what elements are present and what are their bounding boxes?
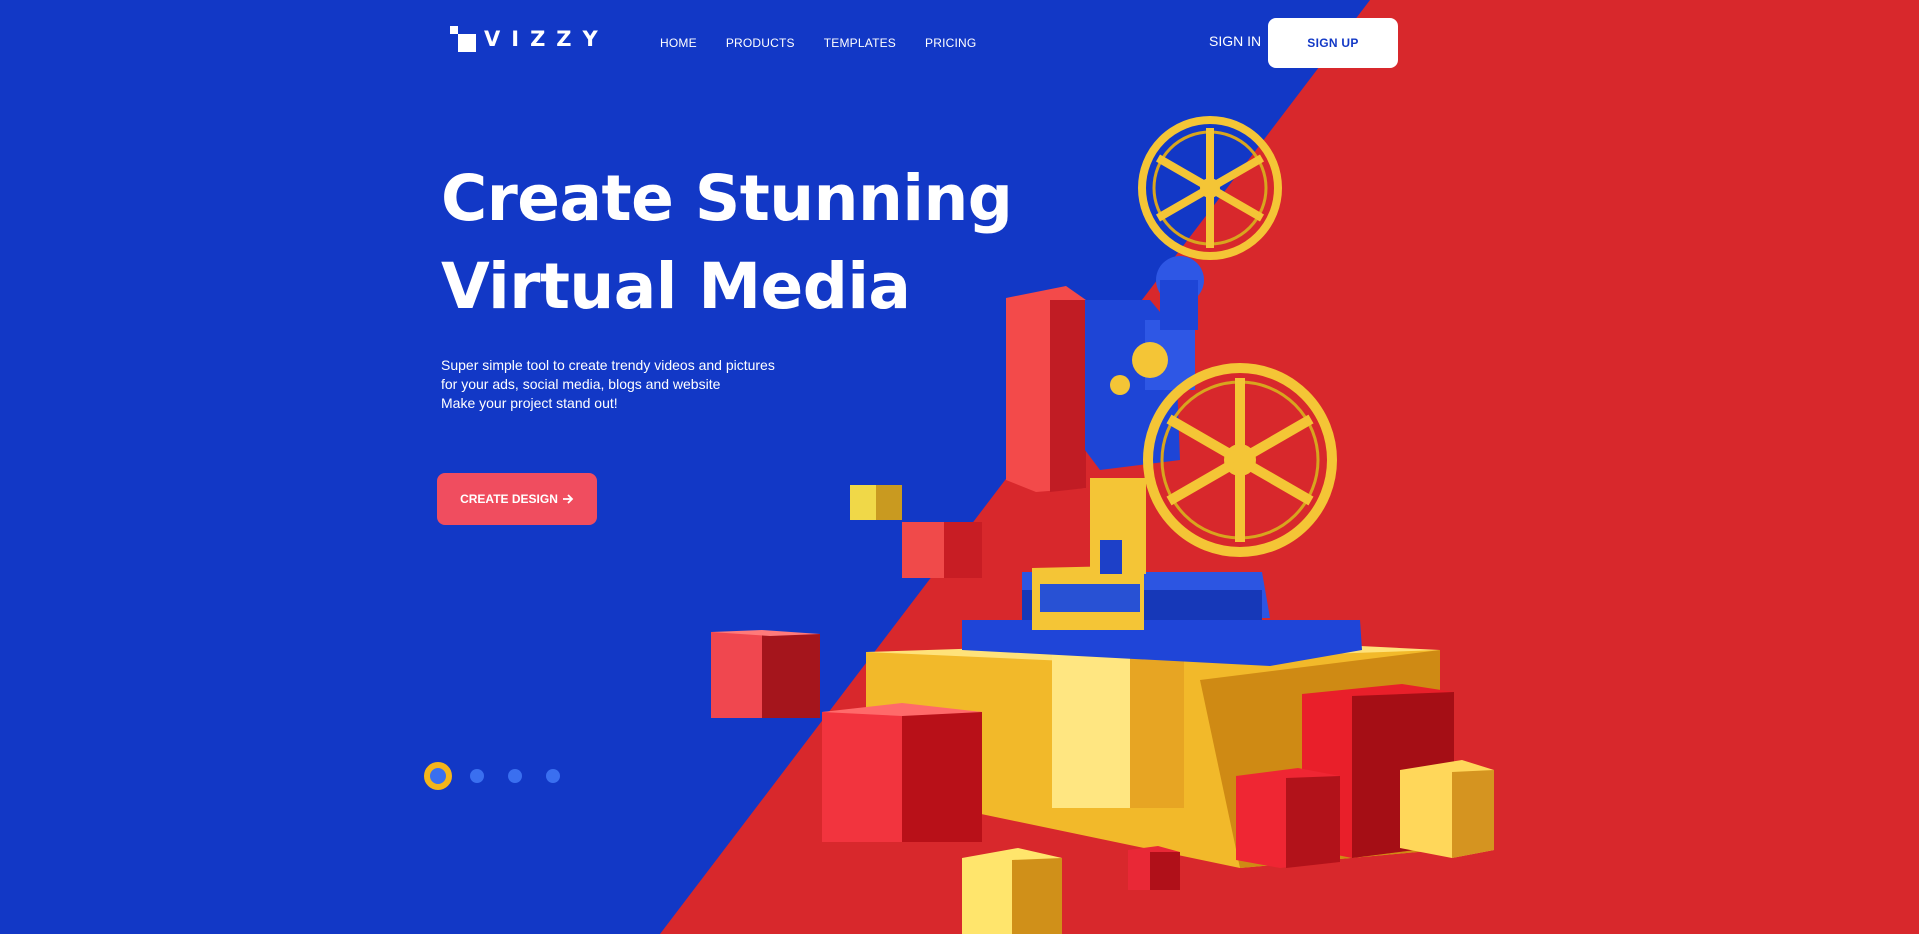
hero-illustration [711, 116, 1494, 934]
cube-yellow-tall [1052, 640, 1184, 808]
brand-name: VIZZY [484, 27, 609, 51]
slider-pagination [424, 762, 584, 790]
slider-dot-3[interactable] [508, 769, 522, 783]
hero-subtext-line1: Super simple tool to create trendy video… [441, 357, 775, 373]
slider-dot-1[interactable] [424, 762, 452, 790]
create-design-button[interactable]: CREATE DESIGN [437, 473, 597, 525]
cube-red-tiny [1128, 846, 1180, 890]
hero-headline: Create Stunning Virtual Media [441, 155, 1013, 331]
create-design-label: CREATE DESIGN [460, 492, 558, 506]
sign-in-link[interactable]: SIGN IN [1209, 33, 1261, 49]
hero-subtext-line3: Make your project stand out! [441, 395, 618, 411]
hero-subtext: Super simple tool to create trendy video… [441, 356, 1012, 413]
nav-products[interactable]: PRODUCTS [726, 36, 795, 50]
logo-icon [450, 26, 476, 52]
sign-up-button[interactable]: SIGN UP [1268, 18, 1398, 68]
floating-cube-left-red [711, 630, 820, 718]
hero-subtext-line2: for your ads, social media, blogs and we… [441, 376, 721, 392]
nav-home[interactable]: HOME [660, 36, 697, 50]
cube-red-front [822, 703, 982, 842]
main-nav: HOME PRODUCTS TEMPLATES PRICING [660, 36, 976, 50]
floating-cube-small-red [902, 522, 982, 578]
floating-cube-small-yellow [850, 485, 902, 520]
hero-headline-line2: Virtual Media [441, 250, 911, 323]
hero-section: Create Stunning Virtual Media Super simp… [441, 155, 1013, 413]
brand-logo[interactable]: VIZZY [450, 26, 609, 52]
arrow-right-icon [562, 494, 574, 504]
cube-yellow-bottom [962, 848, 1062, 934]
nav-templates[interactable]: TEMPLATES [824, 36, 896, 50]
site-header: VIZZY HOME PRODUCTS TEMPLATES PRICING SI… [0, 0, 1919, 90]
nav-pricing[interactable]: PRICING [925, 36, 976, 50]
hero-headline-line1: Create Stunning [441, 162, 1013, 235]
slider-dot-4[interactable] [546, 769, 560, 783]
cube-red-mid [1236, 768, 1340, 868]
film-reel-top-icon [1138, 116, 1282, 260]
slider-dot-2[interactable] [470, 769, 484, 783]
cube-yellow-right [1400, 760, 1494, 858]
